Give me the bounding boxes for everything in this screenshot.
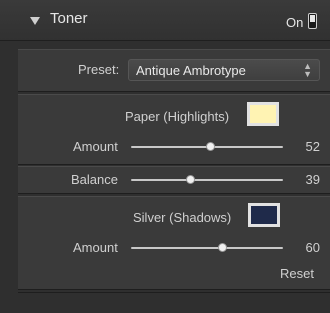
balance-value: 39	[305, 172, 320, 187]
silver-amount-slider-track[interactable]	[131, 247, 283, 249]
balance-label: Balance	[71, 172, 118, 187]
toner-panel: Toner On Preset: Antique Ambrotype ▲ ▼ Pa…	[0, 0, 330, 313]
preset-select[interactable]: Antique Ambrotype ▲ ▼	[128, 59, 320, 81]
silver-amount-label: Amount	[73, 240, 118, 255]
paper-amount-slider-thumb[interactable]	[205, 142, 215, 151]
preset-label: Preset:	[78, 62, 120, 77]
silver-section: Silver (Shadows) Amount 60 Reset	[18, 196, 330, 290]
balance-slider-track[interactable]	[131, 179, 283, 181]
panel-header[interactable]: Toner On	[0, 0, 330, 41]
panel-title: Toner	[50, 10, 88, 27]
paper-color-swatch[interactable]	[247, 102, 279, 126]
silver-label: Silver (Shadows)	[133, 210, 232, 225]
select-arrows-icon: ▲ ▼	[303, 61, 312, 79]
on-label: On	[286, 15, 304, 30]
silver-amount-slider-thumb[interactable]	[217, 243, 227, 252]
balance-slider-thumb[interactable]	[185, 175, 195, 184]
paper-amount-value: 52	[305, 139, 320, 154]
preset-value: Antique Ambrotype	[136, 63, 246, 78]
collapse-triangle-icon[interactable]	[30, 17, 40, 25]
balance-section: Balance 39	[18, 166, 330, 194]
preset-section: Preset: Antique Ambrotype ▲ ▼	[18, 49, 330, 92]
paper-section: Paper (Highlights) Amount 52	[18, 94, 330, 165]
reset-button[interactable]: Reset	[280, 266, 314, 281]
panel-bottom-divider	[18, 292, 330, 293]
paper-label: Paper (Highlights)	[125, 109, 230, 124]
silver-amount-value: 60	[305, 240, 320, 255]
paper-amount-label: Amount	[73, 139, 118, 154]
silver-color-swatch[interactable]	[248, 203, 280, 227]
on-toggle-icon[interactable]	[308, 13, 317, 29]
